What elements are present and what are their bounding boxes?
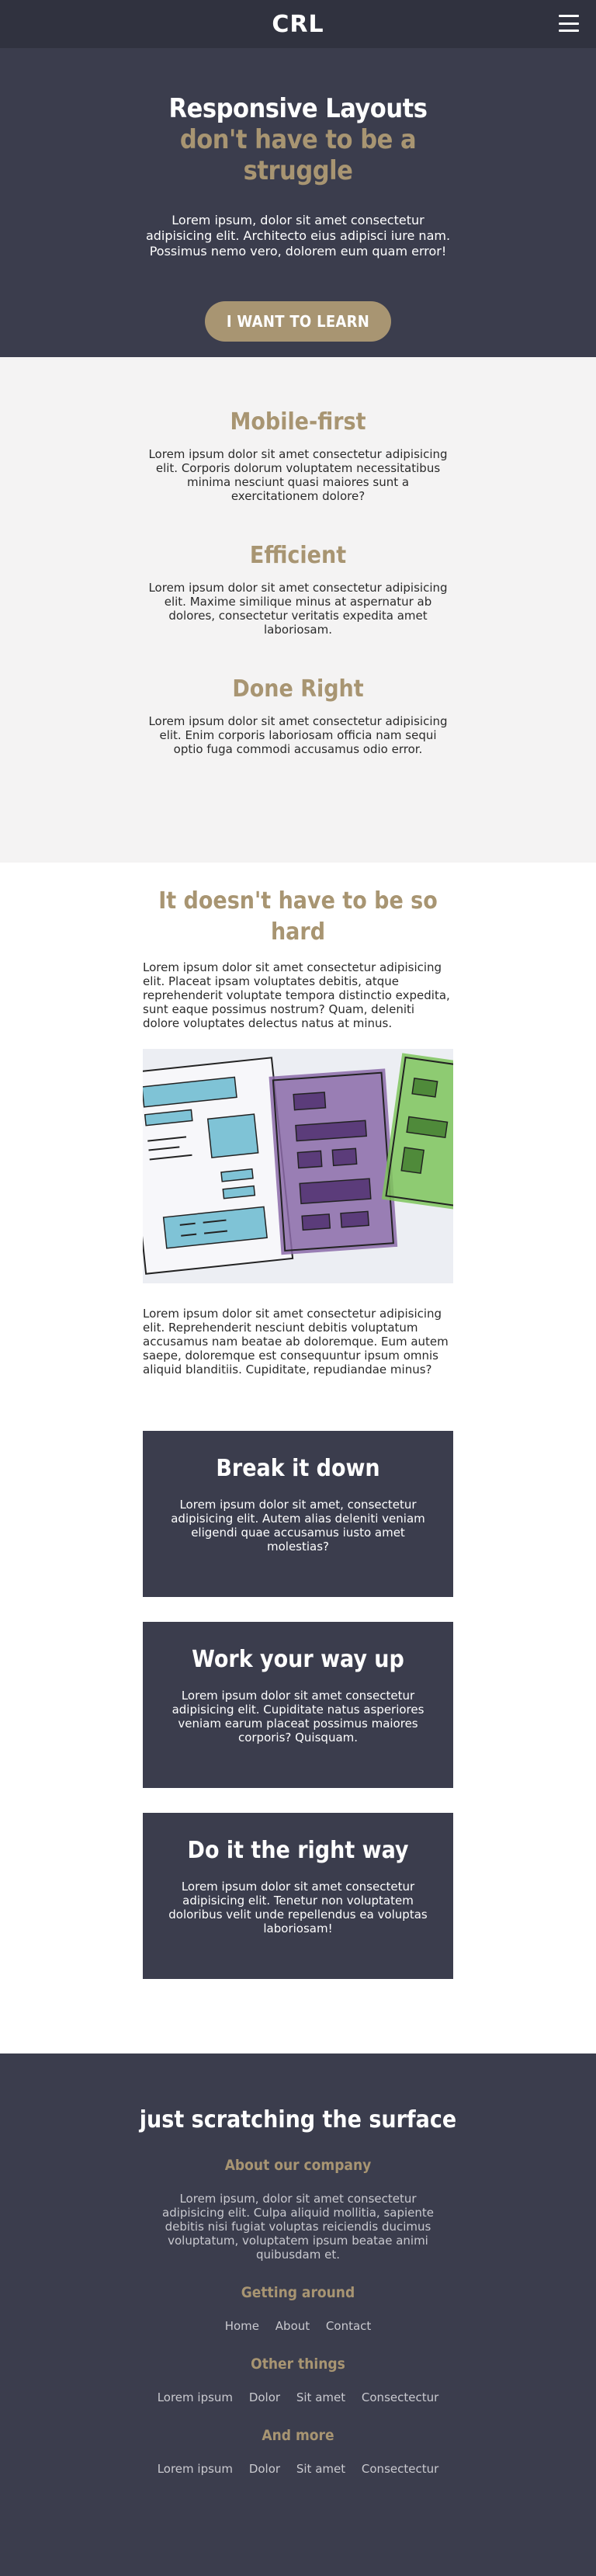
feature-item: Mobile-first Lorem ipsum dolor sit amet … <box>147 408 449 503</box>
feature-title: Mobile-first <box>230 408 366 436</box>
hero-title-main: Responsive Layouts <box>168 93 428 124</box>
feature-item: Done Right Lorem ipsum dolor sit amet co… <box>147 675 449 756</box>
wireframe-sketch-illustration <box>143 1049 453 1283</box>
hero-section: Responsive Layouts don't have to be a st… <box>0 48 596 357</box>
card-title: Do it the right way <box>187 1837 409 1864</box>
card-text: Lorem ipsum dolor sit amet, consectetur … <box>171 1498 425 1554</box>
wireframe-sketch-image <box>143 1049 453 1283</box>
feature-text: Lorem ipsum dolor sit amet consectetur a… <box>148 714 448 756</box>
footer-link[interactable]: Consectectur <box>362 2462 438 2476</box>
content-title: It doesn't have to be so hard <box>158 887 438 946</box>
card-title: Work your way up <box>192 1646 404 1673</box>
menu-bar <box>559 22 579 25</box>
info-card: Break it down Lorem ipsum dolor sit amet… <box>143 1431 453 1597</box>
footer: just scratching the surface About our co… <box>0 2054 596 2576</box>
feature-item: Efficient Lorem ipsum dolor sit amet con… <box>147 542 449 637</box>
feature-text: Lorem ipsum dolor sit amet consectetur a… <box>148 447 448 503</box>
footer-link-home[interactable]: Home <box>225 2319 259 2333</box>
top-nav: CRL <box>0 0 596 48</box>
footer-link-contact[interactable]: Contact <box>326 2319 371 2333</box>
card-title: Break it down <box>216 1455 380 1482</box>
features-section: Mobile-first Lorem ipsum dolor sit amet … <box>0 357 596 863</box>
learn-button[interactable]: I WANT TO LEARN <box>205 301 391 342</box>
footer-links-getting-around: Home About Contact <box>0 2319 596 2333</box>
footer-link-about[interactable]: About <box>275 2319 310 2333</box>
hero-text: Lorem ipsum, dolor sit amet consectetur … <box>145 213 451 259</box>
footer-link[interactable]: Dolor <box>249 2462 280 2476</box>
feature-text: Lorem ipsum dolor sit amet consectetur a… <box>148 581 448 637</box>
footer-heading-other: Other things <box>251 2356 345 2373</box>
footer-link[interactable]: Sit amet <box>296 2462 345 2476</box>
footer-links-other: Lorem ipsum Dolor Sit amet Consectectur <box>0 2390 596 2404</box>
menu-bar <box>559 30 579 32</box>
footer-about-text: Lorem ipsum, dolor sit amet consectetur … <box>162 2192 434 2262</box>
logo[interactable]: CRL <box>272 11 324 38</box>
footer-link[interactable]: Dolor <box>249 2390 280 2404</box>
footer-link[interactable]: Sit amet <box>296 2390 345 2404</box>
menu-bar <box>559 15 579 17</box>
content-paragraph: Lorem ipsum dolor sit amet consectetur a… <box>143 1307 449 1377</box>
cards-section: Break it down Lorem ipsum dolor sit amet… <box>143 1431 453 2054</box>
footer-heading-more: And more <box>262 2427 334 2444</box>
footer-links-more: Lorem ipsum Dolor Sit amet Consectectur <box>0 2462 596 2476</box>
hero-title: Responsive Layouts don't have to be a st… <box>151 93 445 186</box>
footer-title: just scratching the surface <box>139 2106 457 2133</box>
feature-title: Efficient <box>249 542 347 569</box>
footer-heading-about: About our company <box>224 2157 372 2174</box>
hamburger-menu-icon[interactable] <box>559 15 579 32</box>
content-section: It doesn't have to be so hard Lorem ipsu… <box>143 863 453 1377</box>
card-text: Lorem ipsum dolor sit amet consectetur a… <box>168 1880 428 1935</box>
footer-link[interactable]: Lorem ipsum <box>158 2462 233 2476</box>
footer-link[interactable]: Lorem ipsum <box>158 2390 233 2404</box>
info-card: Work your way up Lorem ipsum dolor sit a… <box>143 1622 453 1788</box>
footer-link[interactable]: Consectectur <box>362 2390 438 2404</box>
info-card: Do it the right way Lorem ipsum dolor si… <box>143 1813 453 1979</box>
hero-title-accent: don't have to be a struggle <box>179 124 417 186</box>
feature-title: Done Right <box>232 675 364 703</box>
content-paragraph: Lorem ipsum dolor sit amet consectetur a… <box>143 960 450 1030</box>
footer-heading-getting-around: Getting around <box>241 2284 355 2301</box>
card-text: Lorem ipsum dolor sit amet consectetur a… <box>172 1689 424 1745</box>
